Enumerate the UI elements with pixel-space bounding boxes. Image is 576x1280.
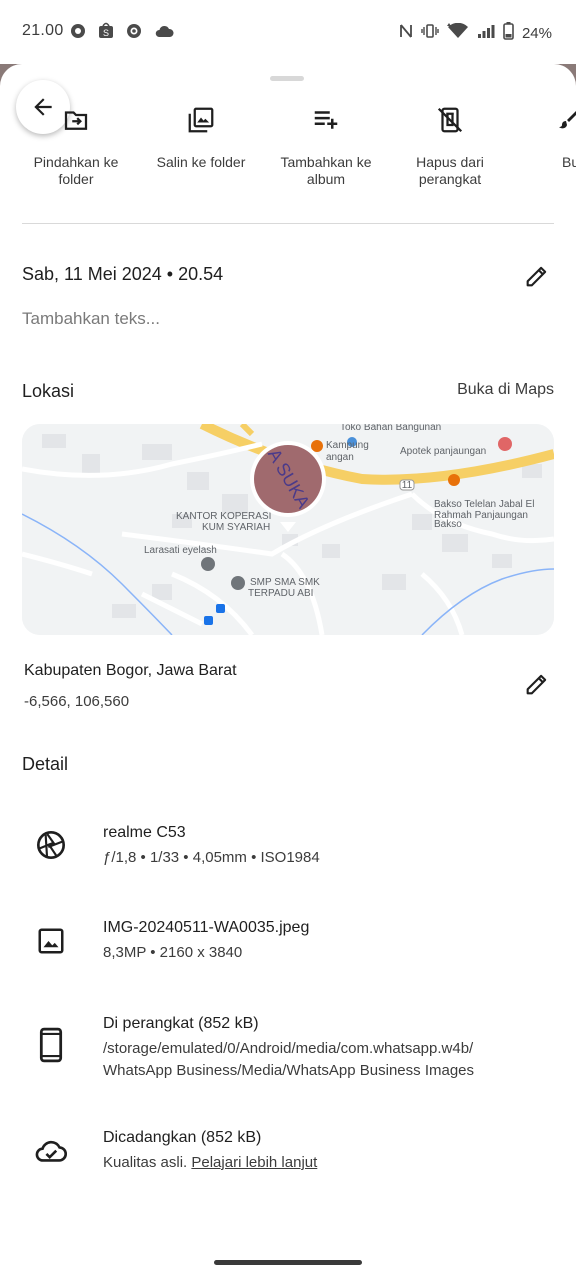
photo-datetime: Sab, 11 Mei 2024 • 20.54	[22, 264, 224, 284]
action-label: Pindahkan ke folder	[33, 154, 119, 187]
map-label: Apotek panjaungan	[400, 446, 486, 457]
add-to-album-action[interactable]: Tambahkan ke album	[266, 100, 386, 188]
pencil-icon	[526, 266, 547, 287]
map-label: KUM SYARIAH	[202, 522, 270, 533]
map-label: Bakso Telelan Jabal El	[434, 499, 534, 510]
map-label: 11	[402, 480, 413, 491]
map-label: Larasati eyelash	[144, 545, 217, 556]
map-label: TERPADU ABI	[248, 588, 313, 599]
pencil-icon	[526, 674, 547, 695]
device-storage-size: Di perangkat (852 kB)	[103, 1015, 259, 1032]
nfc-icon	[399, 23, 413, 43]
map-label: Bakso	[434, 519, 462, 530]
backup-size: Dicadangkan (852 kB)	[103, 1129, 262, 1146]
location-coords: -6,566, 106,560	[24, 693, 130, 710]
map-label: Kampung	[326, 440, 369, 451]
learn-more-link[interactable]: Pelajari lebih lanjut	[191, 1154, 317, 1171]
copy-to-folder-icon	[141, 100, 261, 140]
delete-from-device-action[interactable]: Hapus dari perangkat	[390, 100, 510, 188]
location-place: Kabupaten Bogor, Jawa Barat	[24, 662, 237, 679]
shopee-icon: S	[98, 22, 114, 44]
map-label: SMP SMA SMK	[250, 577, 320, 588]
messenger-icon	[70, 23, 86, 44]
file-name: IMG-20240511-WA0035.jpeg	[103, 919, 310, 936]
sheet-drag-handle[interactable]	[270, 76, 304, 81]
backup-quality: Kualitas asli.	[103, 1154, 192, 1171]
svg-text:S: S	[103, 28, 109, 38]
map-label: angan	[326, 452, 354, 463]
move-to-folder-action[interactable]: Pindahkan ke folder	[16, 100, 136, 188]
map-label: Toko Bahan Bangunan	[340, 424, 441, 433]
battery-icon	[503, 22, 514, 44]
open-in-maps-link[interactable]: Buka di Maps	[457, 381, 554, 399]
divider	[22, 223, 554, 224]
signal-icon	[477, 23, 495, 43]
cloud-icon	[154, 24, 174, 43]
copy-to-folder-action[interactable]: Salin ke folder	[141, 100, 261, 171]
file-resolution: 8,3MP • 2160 x 3840	[103, 944, 243, 961]
cloud-done-icon	[30, 1129, 72, 1171]
action-label: Hapus dari perangkat	[416, 154, 484, 187]
location-map[interactable]: Toko Bahan Bangunan Kampung angan Apotek…	[22, 424, 554, 635]
status-time: 21.00	[22, 22, 64, 39]
action-label: Bu	[562, 154, 576, 170]
add-to-album-icon	[266, 100, 386, 140]
device-path-line-2: WhatsApp Business/Media/WhatsApp Busines…	[103, 1062, 475, 1079]
delete-from-device-icon	[390, 100, 510, 140]
camera-model: realme C53	[103, 824, 186, 841]
action-label: Tambahkan ke album	[280, 154, 372, 187]
move-to-folder-icon	[16, 100, 136, 140]
vibrate-icon	[421, 23, 439, 43]
edit-datetime-button[interactable]	[522, 261, 552, 291]
map-label: KANTOR KOPERASI	[176, 511, 271, 522]
device-path-line-1: /storage/emulated/0/Android/media/com.wh…	[103, 1040, 474, 1057]
sync-icon	[126, 23, 142, 44]
status-bar: 21.00 S 24%	[0, 0, 576, 64]
add-text-input[interactable]: Tambahkan teks...	[22, 309, 160, 329]
camera-settings: ƒ/1,8 • 1/33 • 4,05mm • ISO1984	[103, 849, 320, 866]
edit-brush-icon	[514, 100, 576, 140]
wifi-icon	[446, 22, 469, 43]
battery-percent: 24%	[521, 24, 552, 42]
location-heading: Lokasi	[22, 381, 75, 401]
detail-heading: Detail	[22, 754, 69, 774]
gesture-nav-bar[interactable]	[214, 1260, 362, 1265]
image-icon	[30, 920, 72, 962]
camera-aperture-icon	[30, 824, 72, 866]
action-label: Salin ke folder	[156, 154, 246, 170]
edit-action[interactable]: Bu	[514, 100, 576, 171]
edit-location-button[interactable]	[522, 669, 552, 699]
smartphone-icon	[30, 1024, 72, 1066]
